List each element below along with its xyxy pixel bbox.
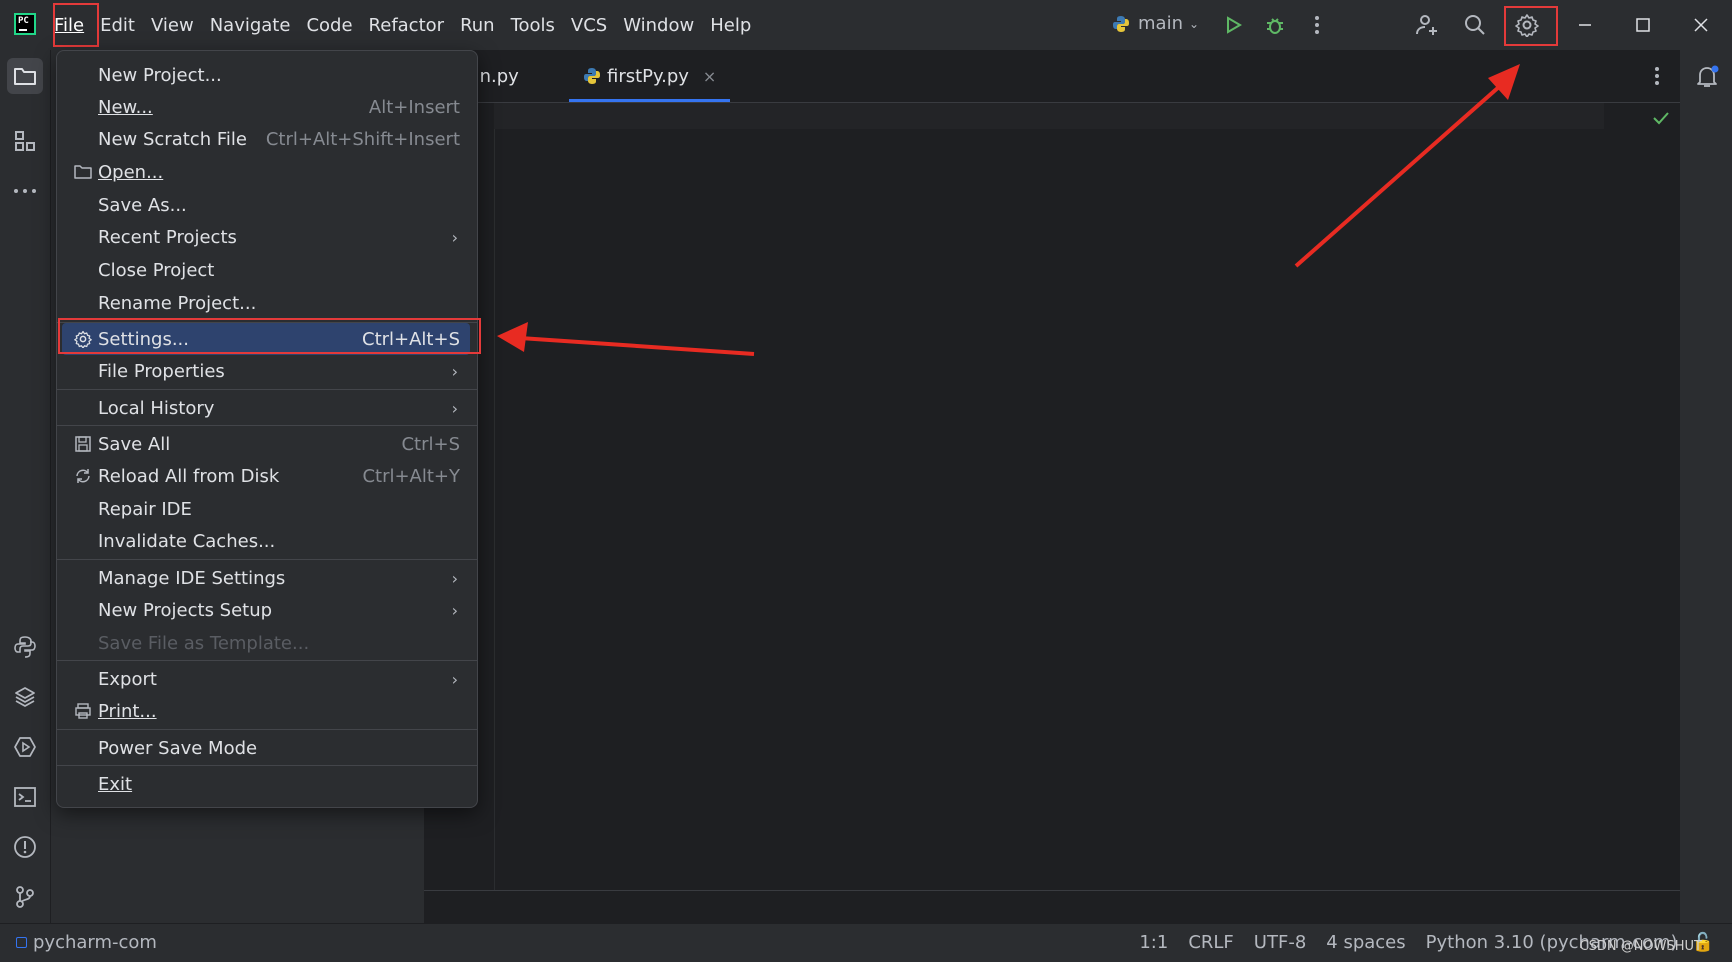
annotation-arrows <box>497 64 1520 356</box>
arrow-to-gear-button <box>1294 64 1520 268</box>
arrow-to-settings-menu <box>497 322 755 356</box>
